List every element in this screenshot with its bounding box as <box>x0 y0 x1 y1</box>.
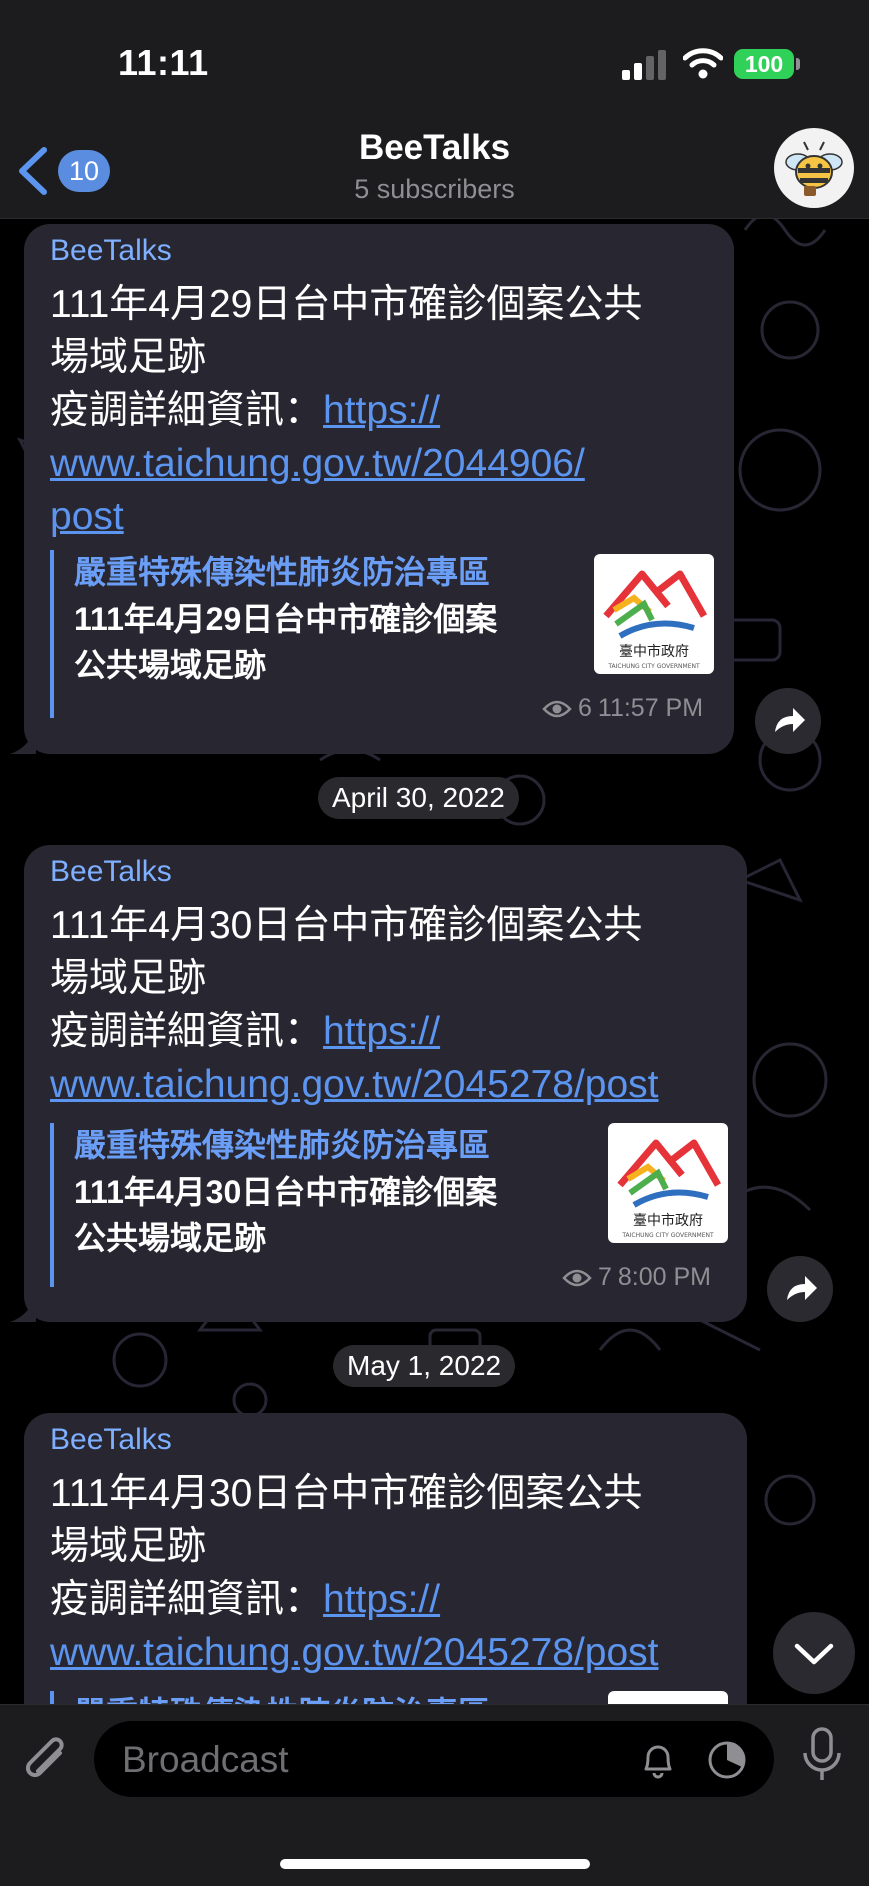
logo-text: 臺中市政府 <box>619 643 689 660</box>
preview-thumbnail[interactable]: 臺中市政府 TAICHUNG CITY GOVERNMENT <box>594 554 714 674</box>
wifi-icon <box>683 48 723 79</box>
info-label: 疫調詳細資訊： <box>50 389 324 432</box>
logo-subtext: TAICHUNG CITY GOVERNMENT <box>621 1232 714 1239</box>
channel-title[interactable]: BeeTalks <box>0 128 869 168</box>
view-count: 7 <box>598 1263 612 1291</box>
message-bubble[interactable]: BeeTalks 111年4月30日台中市確診個案公共 場域足跡 疫調詳細資訊：… <box>24 845 747 1322</box>
bubble-tail <box>10 1296 36 1322</box>
subscriber-count: 5 subscribers <box>354 174 515 204</box>
eye-icon <box>562 1269 592 1286</box>
self-destruct-timer-icon[interactable] <box>706 1739 748 1781</box>
message-sender: BeeTalks <box>50 1423 172 1456</box>
broadcast-input[interactable]: Broadcast <box>94 1721 774 1797</box>
bell-icon[interactable] <box>638 1739 678 1779</box>
battery-tip <box>796 58 800 70</box>
message-text: 111年4月30日台中市確診個案公共 場域足跡 疫調詳細資訊：https:// … <box>50 899 740 1111</box>
broadcast-placeholder: Broadcast <box>122 1739 289 1780</box>
share-arrow-icon <box>775 708 805 732</box>
microphone-icon[interactable] <box>800 1727 844 1783</box>
share-arrow-icon <box>787 1276 817 1300</box>
bubble-tail <box>10 728 36 754</box>
message-time: 11:57 PM <box>597 694 704 722</box>
view-count: 6 <box>578 694 592 722</box>
message-title-line: 111年4月30日台中市確診個案公共 <box>50 904 643 947</box>
chat-header: 10 BeeTalks 5 subscribers <box>0 110 869 219</box>
message-bubble[interactable]: BeeTalks 111年4月29日台中市確診個案公共 場域足跡 疫調詳細資訊：… <box>24 224 734 754</box>
message-link[interactable]: https:// <box>323 389 440 432</box>
home-indicator <box>280 1859 590 1869</box>
cellular-signal-icon <box>622 50 666 80</box>
message-title-line: 111年4月29日台中市確診個案公共 <box>50 283 643 326</box>
date-separator: May 1, 2022 <box>333 1345 516 1387</box>
date-separator: April 30, 2022 <box>318 777 519 819</box>
bee-icon <box>785 141 843 196</box>
info-label: 疫調詳細資訊： <box>50 1010 324 1053</box>
input-bar: Broadcast <box>0 1704 869 1886</box>
share-button[interactable] <box>767 1256 833 1322</box>
message-title-line: 111年4月30日台中市確診個案公共 <box>50 1472 643 1515</box>
battery-indicator: 100 <box>734 49 794 79</box>
message-title-line: 場域足跡 <box>50 957 207 1000</box>
taichung-logo-icon: 臺中市政府 TAICHUNG CITY GOVERNMENT <box>603 570 708 670</box>
message-time: 8:00 PM <box>617 1263 712 1291</box>
message-bubble[interactable]: BeeTalks 111年4月30日台中市確診個案公共 場域足跡 疫調詳細資訊：… <box>24 1413 747 1751</box>
status-time: 11:11 <box>118 42 209 83</box>
message-meta: 6 11:57 PM <box>542 694 703 723</box>
share-button[interactable] <box>755 688 821 754</box>
channel-avatar[interactable] <box>774 128 854 208</box>
message-text: 111年4月30日台中市確診個案公共 場域足跡 疫調詳細資訊：https:// … <box>50 1467 740 1679</box>
message-link[interactable]: https:// <box>323 1010 440 1053</box>
message-title-line: 場域足跡 <box>50 336 207 379</box>
status-bar: 11:11 100 <box>0 0 869 110</box>
message-sender: BeeTalks <box>50 234 172 267</box>
logo-text: 臺中市政府 <box>633 1212 703 1229</box>
scroll-to-bottom-button[interactable] <box>773 1612 855 1694</box>
message-link[interactable]: www.taichung.gov.tw/2045278/post <box>50 1058 740 1111</box>
logo-subtext: TAICHUNG CITY GOVERNMENT <box>607 663 700 670</box>
message-text: 111年4月29日台中市確診個案公共 場域足跡 疫調詳細資訊：https:// … <box>50 278 720 543</box>
preview-thumbnail[interactable]: 臺中市政府 TAICHUNG CITY GOVERNMENT <box>608 1123 728 1243</box>
message-link[interactable]: post <box>50 490 720 543</box>
message-sender: BeeTalks <box>50 855 172 888</box>
message-link[interactable]: www.taichung.gov.tw/2045278/post <box>50 1626 740 1679</box>
message-meta: 7 8:00 PM <box>562 1263 711 1292</box>
message-link[interactable]: www.taichung.gov.tw/2044906/ <box>50 437 720 490</box>
taichung-logo-icon: 臺中市政府 TAICHUNG CITY GOVERNMENT <box>617 1139 722 1239</box>
paperclip-icon[interactable] <box>22 1735 72 1789</box>
message-title-line: 場域足跡 <box>50 1525 207 1568</box>
chevron-down-icon <box>794 1643 834 1665</box>
eye-icon <box>542 700 572 717</box>
info-label: 疫調詳細資訊： <box>50 1578 324 1621</box>
message-link[interactable]: https:// <box>323 1578 440 1621</box>
